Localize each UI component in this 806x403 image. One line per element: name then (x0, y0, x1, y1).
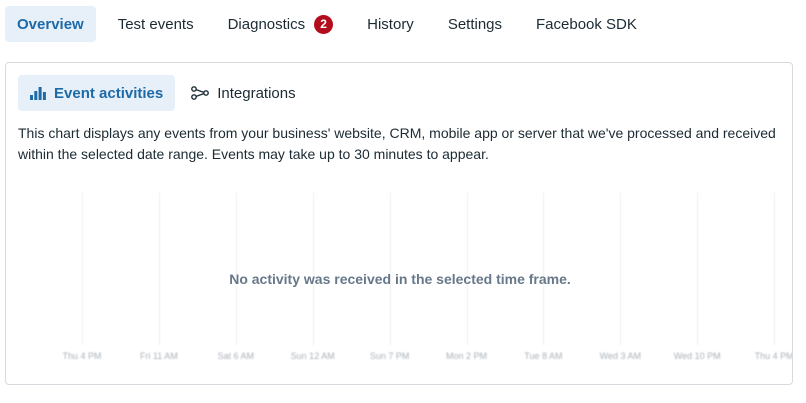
x-axis-tick-label: Sat 6 AM (217, 351, 255, 361)
tab-history[interactable]: History (355, 6, 426, 42)
grid-line (620, 193, 622, 345)
sub-tab-bar: Event activities Integrations (18, 75, 312, 111)
x-axis-tick-label: Thu 4 PM (62, 351, 102, 361)
grid-line (82, 193, 83, 345)
tab-label: Settings (447, 15, 503, 33)
tab-label: Event activities (54, 84, 164, 102)
grid-line (312, 193, 314, 345)
x-axis-tick-label: Mon 2 PM (445, 351, 487, 361)
grid-line (697, 193, 699, 345)
tab-label: Diagnostics (227, 15, 306, 33)
x-axis-tick-label: Fri 11 AM (139, 351, 178, 361)
tab-overview[interactable]: Overview (5, 6, 96, 42)
grid-line (158, 193, 160, 345)
top-tab-bar: Overview Test events Diagnostics 2 Histo… (5, 6, 659, 42)
grid-line (543, 193, 545, 345)
tab-label: Overview (17, 15, 84, 33)
grid-line (774, 193, 776, 345)
grid-line (466, 193, 468, 345)
tab-label: Facebook SDK (536, 15, 637, 33)
x-axis-tick-label: Wed 10 PM (673, 351, 721, 361)
tab-label: Test events (117, 15, 194, 33)
event-activity-chart: Thu 4 PM Fri 11 AM Sat 6 AM Sun 12 AM Sun 7 … (6, 175, 793, 384)
integrations-icon (191, 86, 210, 100)
tab-test-events[interactable]: Test events (106, 6, 206, 42)
tab-event-activities[interactable]: Event activities (18, 75, 176, 111)
diagnostics-count-badge: 2 (314, 14, 334, 34)
tab-label: History (367, 15, 414, 33)
x-axis-tick-label: Tue 8 AM (524, 351, 563, 361)
tab-label: Integrations (217, 84, 296, 102)
empty-state-message: No activity was received in the selected… (229, 271, 571, 287)
x-axis-tick-label: Wed 3 AM (599, 351, 641, 361)
x-axis-tick-label: Sun 7 PM (369, 351, 410, 361)
x-axis-tick-label: Sun 12 AM (290, 351, 335, 361)
tab-diagnostics[interactable]: Diagnostics 2 (216, 6, 346, 42)
grid-line (235, 193, 237, 345)
chart-description: This chart displays any events from your… (18, 125, 776, 162)
tab-facebook-sdk[interactable]: Facebook SDK (524, 6, 649, 42)
tab-integrations[interactable]: Integrations (179, 75, 307, 111)
x-axis-tick-label: Thu 4 PM (754, 351, 793, 361)
grid-line (389, 193, 391, 345)
bar-chart-icon (30, 86, 46, 100)
tab-settings[interactable]: Settings (436, 6, 514, 42)
event-activities-panel: Event activities Integrations This chart… (5, 62, 793, 385)
